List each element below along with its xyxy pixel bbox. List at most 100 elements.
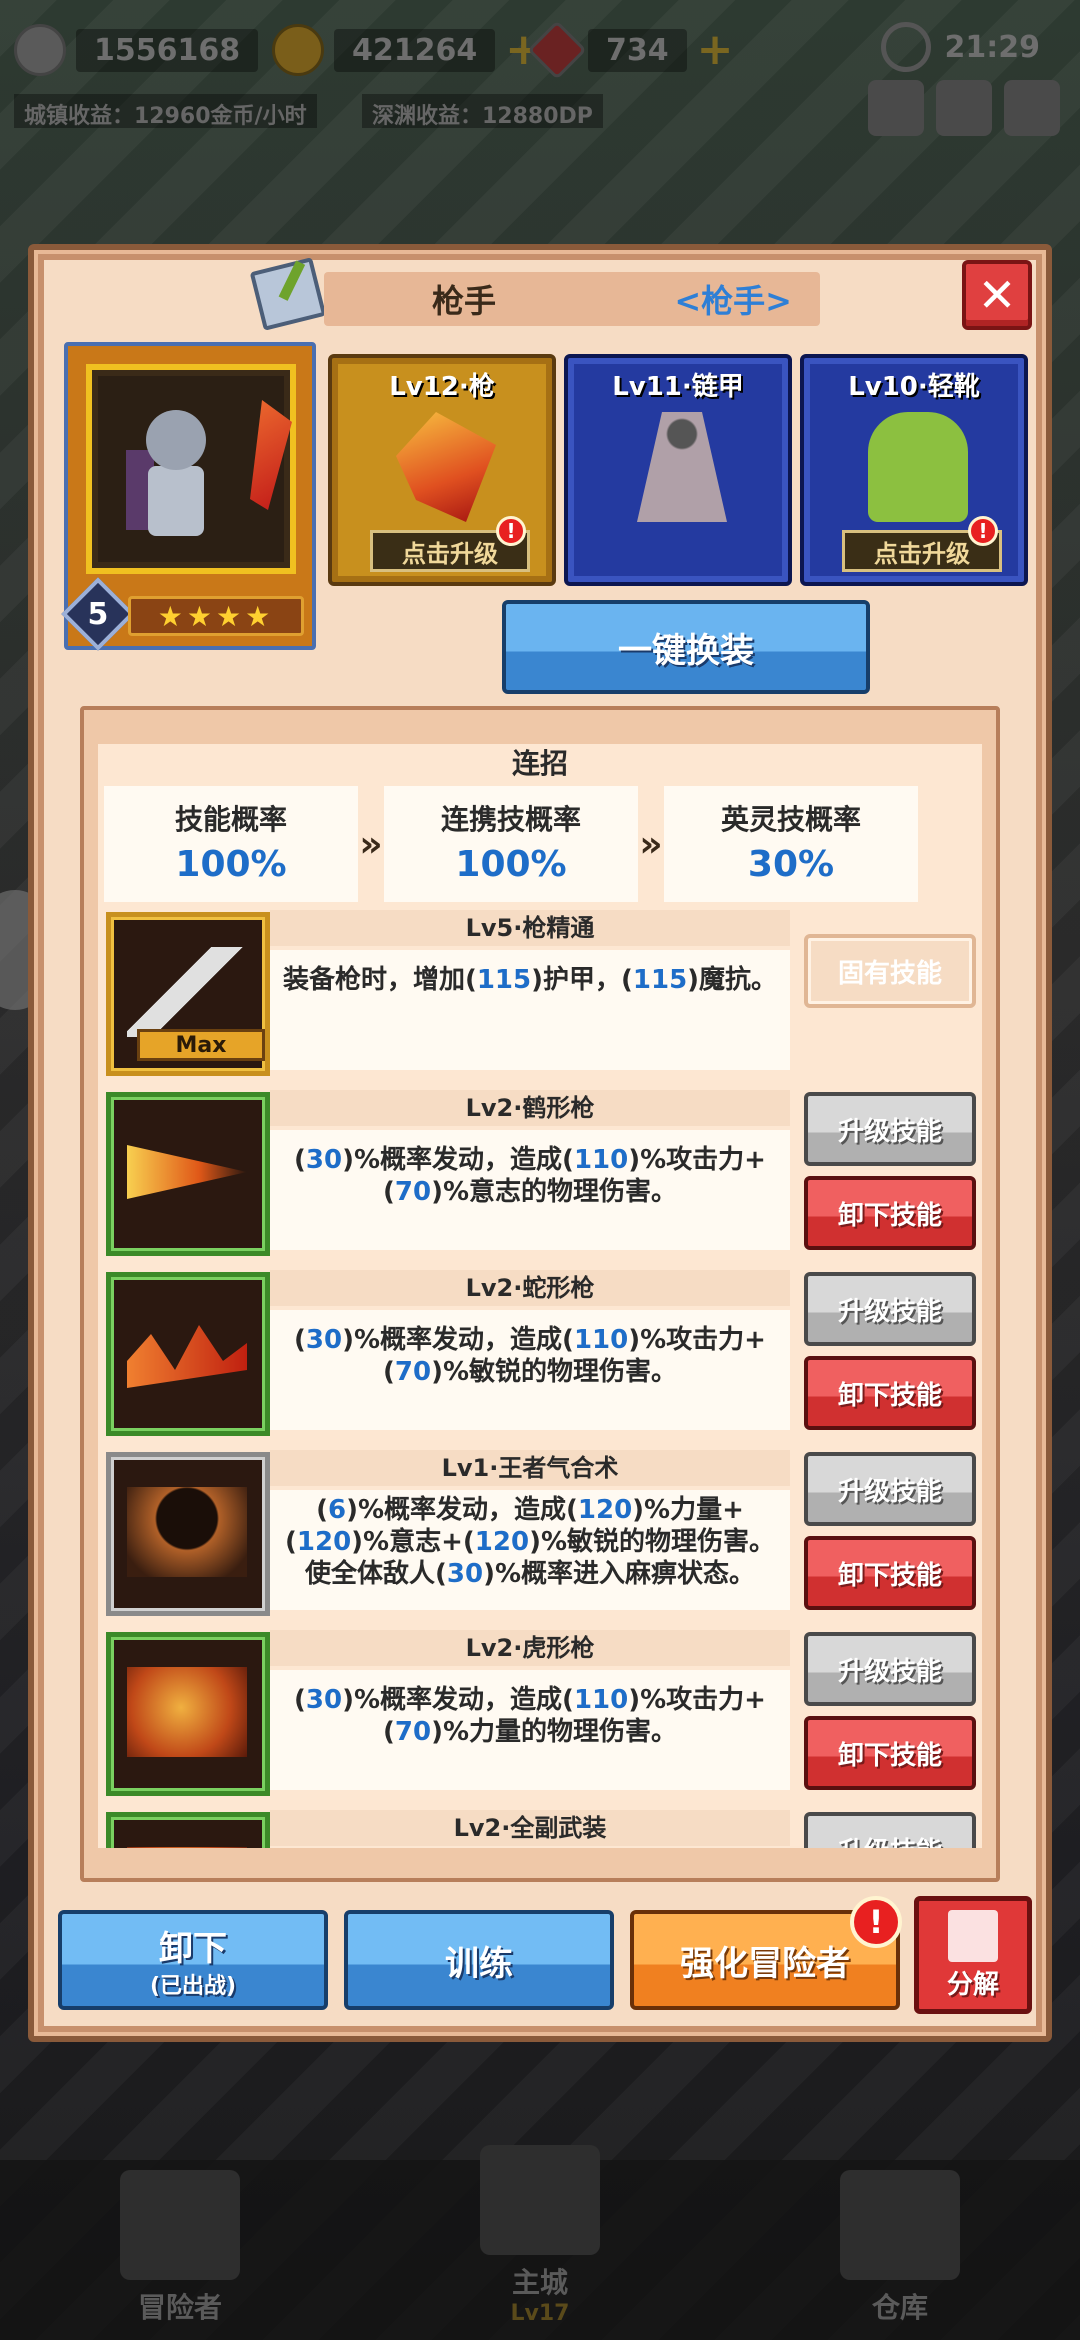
combo-link-rate: 连携技概率 100% [384, 786, 638, 902]
add-gem-button[interactable]: + [697, 28, 734, 72]
spear-mastery-icon[interactable]: Max [106, 912, 270, 1076]
skill-row: Lv2·鹤形枪 (30)%概率发动，造成(110)%攻击力+(70)%意志的物理… [98, 1090, 982, 1264]
skill-description: (30)%概率发动，造成(110)%攻击力+(70)%敏锐的物理伤害。 [270, 1310, 790, 1430]
crane-spear-icon[interactable] [106, 1092, 270, 1256]
hero-name: 枪手 [432, 282, 497, 320]
equip-boots-label: Lv10·轻靴 [848, 372, 980, 402]
skill-row: Max Lv5·枪精通 装备枪时，增加(115)护甲，(115)魔抗。 固有技能 [98, 910, 982, 1084]
skill-title: Lv2·虎形枪 [270, 1630, 790, 1666]
warehouse-icon [840, 2170, 960, 2280]
equip-slot-boots[interactable]: Lv10·轻靴 点击升级 ! [800, 354, 1028, 586]
boots-alert-icon: ! [968, 516, 998, 546]
skill-title: Lv2·全副武装 [270, 1810, 790, 1846]
skill-title: Lv2·蛇形枪 [270, 1270, 790, 1306]
strengthen-button[interactable]: 强化冒险者 ! [630, 1896, 902, 2010]
nav-warehouse[interactable]: 仓库 [840, 2170, 960, 2326]
close-button[interactable]: ✕ [962, 260, 1032, 330]
top-icons [868, 80, 1060, 136]
clock: 21:29 [880, 22, 1041, 72]
skill-row: Lv2·全副武装 升级技能 [98, 1810, 982, 1848]
skill-row: Lv2·蛇形枪 (30)%概率发动，造成(110)%攻击力+(70)%敏锐的物理… [98, 1270, 982, 1444]
light-boots-icon [868, 412, 968, 522]
hero-frame [86, 364, 296, 574]
hero-portrait[interactable]: 5 ★★★★ [61, 342, 316, 651]
chevron-right-icon: » [639, 823, 663, 865]
skill-description: 装备枪时，增加(115)护甲，(115)魔抗。 [270, 950, 790, 1070]
combo-skill-rate: 技能概率 100% [104, 786, 358, 902]
power-value: 1556168 [76, 28, 259, 72]
trash-icon [948, 1909, 998, 1962]
skill-title: Lv5·枪精通 [270, 910, 790, 946]
gold-coin-icon [272, 24, 324, 76]
combo-spirit-rate: 英灵技概率 30% [664, 786, 918, 902]
gem-resource: 734 + [527, 20, 734, 80]
skill-description: (30)%概率发动，造成(110)%攻击力+(70)%意志的物理伤害。 [270, 1130, 790, 1250]
snake-spear-icon[interactable] [106, 1272, 270, 1436]
compass-icon[interactable] [936, 80, 992, 136]
gem-value: 734 [588, 28, 687, 72]
gold-value: 421264 [334, 28, 496, 72]
sword-icon [14, 24, 66, 76]
train-button[interactable]: 训练 [344, 1910, 614, 2010]
clock-time: 21:29 [944, 29, 1041, 65]
unequip-skill-button[interactable]: 卸下技能 [804, 1716, 976, 1790]
combo-row: 技能概率 100% » 连携技概率 100% » 英灵技概率 30% [98, 784, 982, 904]
weapon-alert-icon: ! [496, 516, 526, 546]
chainmail-icon [637, 412, 727, 522]
castle-icon [480, 2145, 600, 2255]
adventurer-icon [120, 2170, 240, 2280]
equip-slot-armor[interactable]: Lv11·链甲 [564, 354, 792, 586]
nav-adventurer[interactable]: 冒险者 [120, 2170, 240, 2326]
upgrade-skill-button[interactable]: 升级技能 [804, 1452, 976, 1526]
unequip-hero-button[interactable]: 卸下 (已出战) [58, 1910, 328, 2010]
skill-row: Lv1·王者气合术 (6)%概率发动，造成(120)%力量+(120)%意志+(… [98, 1450, 982, 1624]
upgrade-skill-button[interactable]: 升级技能 [804, 1092, 976, 1166]
decompose-button[interactable]: 分解 [914, 1896, 1032, 2014]
flame-spear-sprite [250, 400, 292, 510]
equip-slot-weapon[interactable]: Lv12·枪 点击升级 ! [328, 354, 556, 586]
skill-row: Lv2·虎形枪 (30)%概率发动，造成(110)%攻击力+(70)%力量的物理… [98, 1630, 982, 1804]
unequip-skill-button[interactable]: 卸下技能 [804, 1176, 976, 1250]
max-level-tag: Max [137, 1029, 265, 1061]
skills-panel: 连招 技能概率 100% » 连携技概率 100% » 英灵技概率 30% Ma… [80, 706, 1000, 1882]
chevron-right-icon: » [359, 823, 383, 865]
equip-armor-label: Lv11·链甲 [612, 372, 744, 402]
equip-weapon-label: Lv12·枪 [389, 372, 495, 402]
bottom-nav: 冒险者 主城 Lv17 仓库 [0, 2145, 1080, 2340]
one-key-equip-button[interactable]: 一键换装 [502, 600, 870, 694]
unequip-skill-button[interactable]: 卸下技能 [804, 1356, 976, 1430]
hero-star-rating: ★★★★ [128, 596, 304, 636]
full-armament-icon[interactable] [106, 1812, 270, 1848]
upgrade-skill-button[interactable]: 升级技能 [804, 1272, 976, 1346]
hero-class-tag: <枪手> [674, 282, 792, 320]
king-aura-icon[interactable] [106, 1452, 270, 1616]
skill-title: Lv1·王者气合术 [270, 1450, 790, 1486]
chicken-icon[interactable] [868, 80, 924, 136]
tiger-spear-icon[interactable] [106, 1632, 270, 1796]
abyss-income: 深渊收益：12880DP [362, 94, 603, 129]
skill-description: (30)%概率发动，造成(110)%攻击力+(70)%力量的物理伤害。 [270, 1670, 790, 1790]
upgrade-skill-button[interactable]: 升级技能 [804, 1632, 976, 1706]
clock-icon [880, 22, 931, 72]
nav-main-city[interactable]: 主城 Lv17 [480, 2145, 600, 2326]
close-icon: ✕ [977, 268, 1017, 322]
combo-title: 连招 [511, 747, 568, 780]
city-income: 城镇收益：12960金币/小时 [14, 94, 317, 129]
upgrade-skill-button[interactable]: 升级技能 [804, 1812, 976, 1848]
skill-description: (6)%概率发动，造成(120)%力量+(120)%意志+(120)%敏锐的物理… [270, 1490, 790, 1610]
hero-level-badge: 5 [61, 577, 135, 651]
gold-resource: 421264 + [272, 22, 542, 78]
power-resource: 1556168 [14, 22, 259, 78]
gem-icon [527, 20, 587, 80]
skills-scroll-area[interactable]: 连招 技能概率 100% » 连携技概率 100% » 英灵技概率 30% Ma… [98, 744, 982, 1848]
flame-spear-icon [396, 412, 496, 522]
innate-skill-label: 固有技能 [804, 934, 976, 1008]
hero-detail-modal: 枪手 <枪手> ✕ 5 ★★★★ Lv12·枪 点击升级 ! Lv11·链甲 L… [28, 244, 1052, 2042]
scroll-quill-icon [249, 257, 327, 331]
skill-title: Lv2·鹤形枪 [270, 1090, 790, 1126]
title-bar: 枪手 <枪手> [324, 272, 820, 326]
gear-icon[interactable] [1004, 80, 1060, 136]
hero-sprite [126, 410, 226, 540]
unequip-skill-button[interactable]: 卸下技能 [804, 1536, 976, 1610]
resource-bar: 1556168 421264 + 734 + 21:29 城镇收益：12960金… [0, 0, 1080, 140]
